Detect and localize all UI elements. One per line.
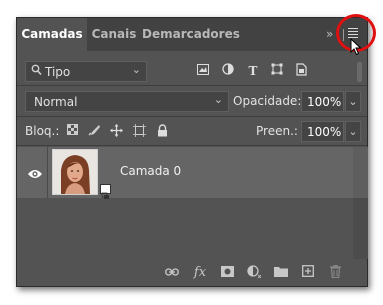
- lock-position-icon[interactable]: [109, 124, 123, 138]
- fill-value: 100%: [307, 125, 342, 139]
- layer-row[interactable]: Camada 0: [17, 147, 353, 199]
- fill-field[interactable]: 100%: [301, 121, 344, 142]
- shape-layer-filter-icon[interactable]: [269, 63, 285, 79]
- search-icon: [31, 64, 42, 79]
- layer-thumbnail[interactable]: [52, 149, 98, 195]
- row-divider: [47, 147, 48, 198]
- filter-toggle[interactable]: [357, 62, 362, 82]
- opacity-value: 100%: [307, 95, 342, 109]
- lock-all-icon[interactable]: [155, 124, 169, 138]
- layer-name[interactable]: Camada 0: [120, 164, 181, 178]
- link-layers-icon[interactable]: [164, 265, 180, 281]
- opacity-label: Opacidade:: [233, 94, 302, 108]
- lock-pixels-icon[interactable]: [87, 124, 101, 138]
- collapse-arrows-icon[interactable]: »: [326, 27, 333, 41]
- type-layer-filter-icon[interactable]: T: [245, 63, 261, 79]
- smart-object-filter-icon[interactable]: [293, 63, 309, 79]
- layer-filter-dropdown[interactable]: Tipo ⌄: [25, 61, 147, 82]
- mouse-cursor-icon: [350, 38, 362, 56]
- blend-mode-dropdown[interactable]: Normal ⌄: [25, 91, 229, 112]
- lock-transparency-icon[interactable]: [65, 124, 79, 138]
- visibility-eye-icon[interactable]: [27, 165, 43, 179]
- layers-bottom-toolbar: fx: [17, 259, 367, 288]
- chevron-down-icon: ⌄: [213, 93, 223, 106]
- prevent-auto-nesting-icon[interactable]: [132, 124, 146, 138]
- delete-icon[interactable]: [327, 264, 343, 281]
- new-group-icon[interactable]: [273, 265, 289, 281]
- layers-panel: Camadas Canais Demarcadores » Tipo ⌄ T N…: [16, 14, 376, 288]
- panel-tab-bar: Camadas Canais Demarcadores »: [17, 14, 376, 56]
- lock-label: Bloq.:: [25, 124, 60, 138]
- tab-canais[interactable]: Canais: [89, 18, 139, 51]
- divider: [17, 85, 367, 86]
- smart-object-badge-icon: [100, 184, 111, 199]
- divider: [17, 116, 367, 117]
- adjustment-layer-filter-icon[interactable]: [220, 63, 236, 79]
- tab-demarcadores[interactable]: Demarcadores: [142, 18, 240, 51]
- filter-type-label: Tipo: [45, 65, 71, 79]
- fill-dropdown-button[interactable]: ⌄: [345, 121, 361, 142]
- add-mask-icon[interactable]: [219, 265, 235, 281]
- pixel-layer-filter-icon[interactable]: [195, 63, 211, 79]
- adjustment-layer-icon[interactable]: [246, 265, 262, 281]
- fill-label: Preen.:: [256, 124, 298, 138]
- blend-mode-value: Normal: [34, 95, 78, 109]
- opacity-field[interactable]: 100%: [301, 91, 344, 112]
- new-layer-icon[interactable]: [300, 265, 316, 281]
- scrollbar-thumb[interactable]: [353, 147, 368, 198]
- tab-camadas[interactable]: Camadas: [17, 18, 87, 51]
- fx-icon[interactable]: fx: [192, 265, 208, 281]
- chevron-down-icon: ⌄: [131, 63, 141, 76]
- divider: [17, 145, 367, 146]
- opacity-dropdown-button[interactable]: ⌄: [345, 91, 361, 112]
